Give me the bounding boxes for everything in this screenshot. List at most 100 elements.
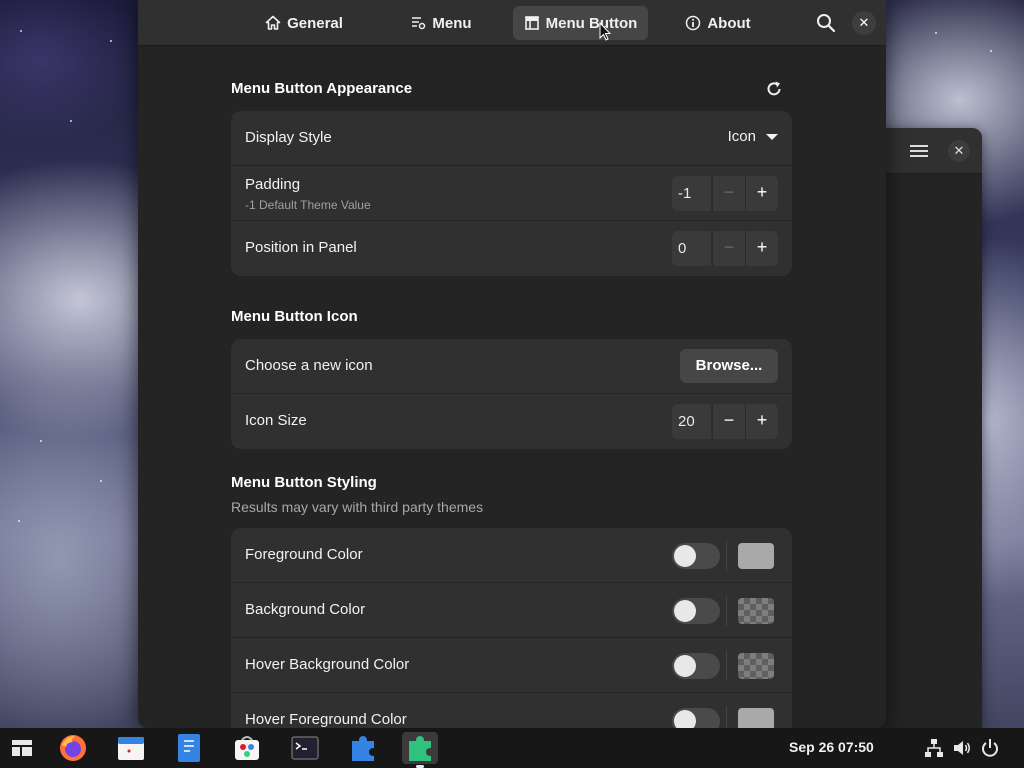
padding-input[interactable]: -1 [672,176,712,211]
padding-decrement-button[interactable]: − [712,176,745,211]
tab-menu-button[interactable]: Menu Button [513,6,648,40]
menu-settings-icon [412,17,426,30]
taskbar: Sep 26 07:50 [0,728,1024,768]
foreground-color-button[interactable] [738,543,774,569]
star [70,120,72,122]
background-window-header: ✕ [870,128,982,174]
display-style-dropdown[interactable]: Icon [728,128,778,145]
hover-background-color-toggle[interactable] [672,653,720,679]
activities-button[interactable] [4,732,40,764]
section-title-icon: Menu Button Icon [231,308,358,325]
hover-foreground-color-toggle[interactable] [672,708,720,728]
cursor-icon [599,22,611,41]
position-label: Position in Panel [245,239,357,256]
background-window-close-icon[interactable]: ✕ [948,140,970,162]
network-icon[interactable] [924,738,944,758]
tab-about[interactable]: About [678,6,758,40]
section-title-styling: Menu Button Styling [231,474,377,491]
hover-foreground-color-label: Hover Foreground Color [245,711,407,728]
icon-size-row: Icon Size 20 − + [231,394,792,449]
hover-foreground-color-row: Hover Foreground Color [231,693,792,728]
taskbar-text-editor[interactable] [171,732,207,764]
padding-increment-button[interactable]: + [745,176,778,211]
tab-general-label: General [287,14,343,32]
tab-menu[interactable]: Menu [402,6,480,40]
hamburger-menu-icon[interactable] [910,142,928,158]
hover-background-color-label: Hover Background Color [245,656,410,673]
chevron-down-icon [766,133,778,140]
preferences-window: General Menu Menu Button About ✕ Menu Bu… [138,0,886,728]
display-style-label: Display Style [245,129,332,146]
star [990,50,992,52]
position-decrement-button[interactable]: − [712,231,745,266]
header-bar: General Menu Menu Button About ✕ [138,0,886,46]
padding-sublabel: -1 Default Theme Value [245,198,371,212]
taskbar-firefox[interactable] [55,732,91,764]
divider [726,651,727,681]
icon-size-input[interactable]: 20 [672,404,712,439]
appearance-card: Display Style Icon Padding -1 Default Th… [231,111,792,276]
hover-background-color-row: Hover Background Color [231,638,792,693]
taskbar-extension-manager[interactable] [402,732,438,768]
divider [726,706,727,728]
icon-size-label: Icon Size [245,412,307,429]
star [18,520,20,522]
padding-row: Padding -1 Default Theme Value -1 − + [231,166,792,221]
taskbar-calendar[interactable] [113,732,149,764]
foreground-color-toggle[interactable] [672,543,720,569]
browse-button[interactable]: Browse... [680,349,778,383]
search-icon[interactable] [814,11,838,35]
star [110,40,112,42]
display-style-value: Icon [727,128,756,145]
icon-size-increment-button[interactable]: + [745,404,778,439]
taskbar-software[interactable] [229,732,265,764]
foreground-color-row: Foreground Color [231,528,792,583]
tab-menu-label: Menu [432,14,472,32]
hover-foreground-color-button[interactable] [738,708,774,728]
styling-card: Foreground Color Background Color Hover … [231,528,792,728]
section-subtitle-styling: Results may vary with third party themes [231,499,484,515]
hover-background-color-button[interactable] [738,653,774,679]
star [20,30,22,32]
background-window: ✕ [870,128,982,728]
background-color-button[interactable] [738,598,774,624]
star [100,480,102,482]
position-spinbutton: 0 − + [672,231,778,266]
layout-icon [524,16,539,30]
section-title-appearance: Menu Button Appearance [231,80,413,97]
icon-size-decrement-button[interactable]: − [712,404,745,439]
background-color-toggle[interactable] [672,598,720,624]
choose-icon-label: Choose a new icon [245,357,373,374]
background-color-row: Background Color [231,583,792,638]
position-row: Position in Panel 0 − + [231,221,792,276]
activities-icon [12,740,32,756]
background-color-label: Background Color [245,601,366,618]
taskbar-terminal[interactable] [287,732,323,764]
reset-icon[interactable] [764,79,784,99]
position-input[interactable]: 0 [672,231,712,266]
software-icon [235,736,259,760]
star [40,440,42,442]
taskbar-extensions[interactable] [345,732,381,764]
clock[interactable]: Sep 26 07:50 [789,739,874,755]
foreground-color-label: Foreground Color [245,546,363,563]
firefox-icon [60,735,86,761]
padding-label: Padding [245,176,301,193]
text-editor-icon [178,734,200,762]
tab-about-label: About [707,14,751,32]
info-icon [686,15,701,31]
tab-menu-button-label: Menu Button [545,14,638,32]
extension-manager-icon [409,736,431,761]
terminal-icon [291,736,319,760]
star [935,32,937,34]
icon-card: Choose a new icon Browse... Icon Size 20… [231,339,792,449]
tab-general[interactable]: General [258,6,350,40]
display-style-row[interactable]: Display Style Icon [231,111,792,166]
divider [726,596,727,626]
padding-spinbutton: -1 − + [672,176,778,211]
position-increment-button[interactable]: + [745,231,778,266]
power-icon[interactable] [980,738,1000,758]
calendar-icon [118,737,144,760]
volume-icon[interactable] [952,738,972,758]
close-icon[interactable]: ✕ [852,11,876,35]
